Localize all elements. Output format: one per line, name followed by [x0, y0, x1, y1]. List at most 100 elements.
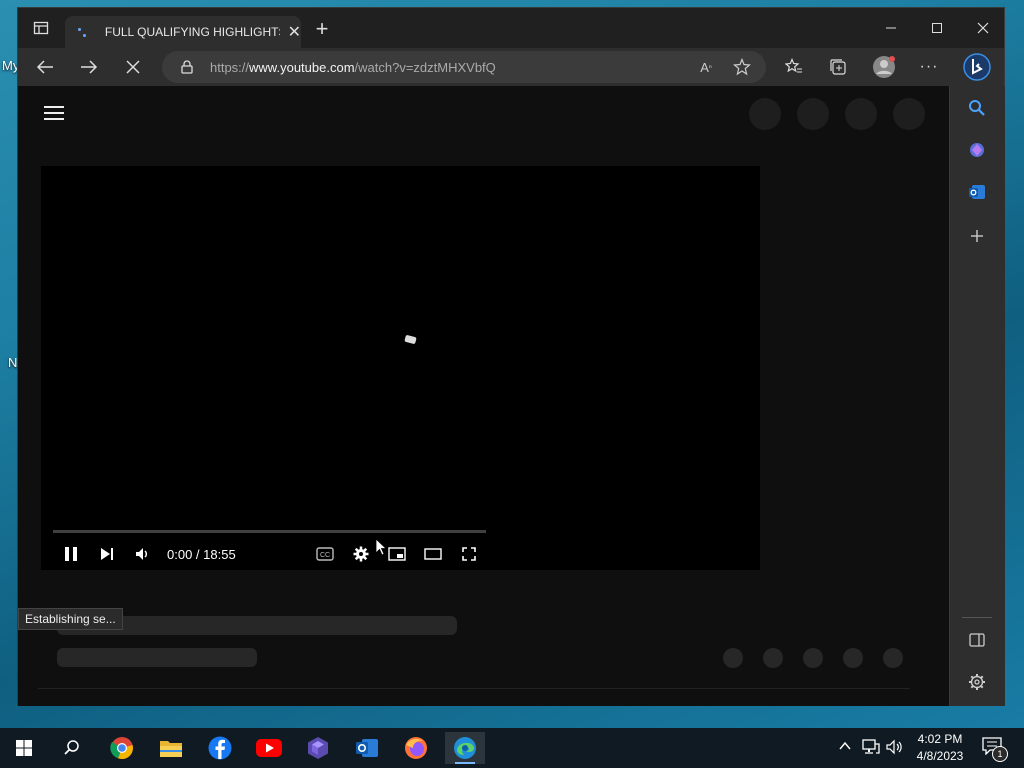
placeholder-circle — [893, 98, 925, 130]
facebook-icon — [208, 736, 232, 760]
file-explorer-app[interactable] — [151, 732, 191, 764]
fullscreen-button[interactable] — [459, 544, 479, 564]
player-controls: 0:00 / 18:55 CC — [41, 538, 760, 570]
address-bar[interactable]: https://www.youtube.com/watch?v=zdztMHXV… — [162, 51, 766, 83]
placeholder-circle — [883, 648, 903, 668]
outlook-icon — [969, 185, 985, 199]
close-icon — [126, 60, 140, 74]
read-aloud-icon[interactable]: Aⁿ — [696, 58, 716, 76]
sidebar-add-button[interactable] — [963, 222, 991, 250]
clock-time: 4:02 PM — [917, 732, 963, 746]
tab-close-icon[interactable]: ✕ — [288, 22, 301, 42]
miniplayer-icon — [388, 547, 406, 561]
pause-button[interactable] — [61, 544, 81, 564]
theater-icon — [424, 548, 442, 560]
gear-icon — [969, 674, 985, 690]
sidebar-outlook-button[interactable] — [963, 178, 991, 206]
forward-button[interactable] — [75, 54, 103, 80]
facebook-app[interactable] — [200, 732, 240, 764]
tab-actions-icon — [33, 21, 49, 35]
search-icon — [969, 100, 985, 116]
favorites-button[interactable] — [780, 54, 808, 80]
divider — [38, 688, 910, 689]
sidebar-toggle-button[interactable] — [963, 626, 991, 654]
start-button[interactable] — [4, 732, 44, 764]
menu-icon[interactable] — [44, 106, 64, 122]
maximize-button[interactable] — [914, 8, 960, 48]
bing-button[interactable] — [962, 52, 992, 82]
new-tab-button[interactable]: + — [310, 18, 334, 42]
chrome-app[interactable] — [102, 732, 142, 764]
notifications-button[interactable]: 1 — [982, 737, 1008, 762]
firefox-app[interactable] — [396, 732, 436, 764]
sidebar-search-button[interactable] — [963, 94, 991, 122]
network-icon[interactable] — [862, 739, 880, 758]
hexagon-app-icon — [308, 737, 328, 759]
desktop-icon-label[interactable]: N — [8, 355, 17, 370]
favorites-icon — [785, 58, 802, 73]
outlook-icon — [356, 739, 378, 757]
mouse-cursor-icon — [375, 538, 387, 556]
more-options-button[interactable]: ··· — [915, 54, 943, 80]
folder-icon — [160, 741, 182, 757]
search-icon — [64, 740, 79, 755]
divider — [962, 617, 992, 618]
placeholder-circle — [749, 98, 781, 130]
placeholder-circle — [843, 648, 863, 668]
search-button[interactable] — [52, 732, 92, 764]
placeholder-circle — [723, 648, 743, 668]
captions-button[interactable]: CC — [315, 544, 335, 564]
chrome-icon — [110, 737, 133, 760]
add-favorite-icon[interactable] — [732, 58, 752, 76]
back-button[interactable] — [31, 54, 59, 80]
stop-loading-button[interactable] — [119, 54, 147, 80]
volume-icon — [136, 548, 147, 560]
browser-tab[interactable]: FULL QUALIFYING HIGHLIGHTS - ✕ — [65, 16, 301, 48]
minimize-button[interactable] — [868, 8, 914, 48]
volume-icon[interactable] — [886, 739, 904, 758]
collections-button[interactable] — [824, 54, 852, 80]
progress-bar[interactable] — [53, 530, 486, 533]
edge-sidebar — [949, 86, 1005, 706]
minimize-icon — [886, 27, 896, 29]
sidebar-icon — [969, 633, 985, 647]
loading-icon — [75, 24, 91, 40]
sidebar-settings-button[interactable] — [963, 668, 991, 696]
placeholder-circle — [797, 98, 829, 130]
video-player[interactable]: 0:00 / 18:55 CC — [41, 166, 760, 570]
lock-icon[interactable] — [180, 60, 194, 74]
visual-studio-app[interactable] — [298, 732, 338, 764]
notification-count-badge: 1 — [992, 746, 1008, 762]
outlook-app[interactable] — [347, 732, 387, 764]
title-bar: FULL QUALIFYING HIGHLIGHTS - ✕ + — [18, 8, 1004, 48]
ellipsis-icon: ··· — [919, 58, 939, 75]
status-bar: Establishing se... — [18, 608, 123, 630]
tab-actions-button[interactable] — [30, 18, 52, 38]
youtube-app[interactable] — [249, 732, 289, 764]
system-clock[interactable]: 4:02 PM 4/8/2023 — [910, 731, 970, 765]
close-icon — [977, 22, 989, 34]
next-button[interactable] — [97, 544, 117, 564]
bing-icon — [963, 53, 991, 81]
placeholder-circle — [803, 648, 823, 668]
settings-button[interactable] — [351, 544, 371, 564]
profile-button[interactable] — [870, 54, 898, 80]
loading-spinner — [404, 334, 417, 345]
captions-icon: CC — [316, 547, 334, 561]
svg-text:CC: CC — [320, 552, 330, 559]
edge-app[interactable] — [445, 732, 485, 764]
browser-window: FULL QUALIFYING HIGHLIGHTS - ✕ + https:/… — [17, 7, 1005, 706]
chevron-up-icon[interactable] — [838, 739, 852, 756]
sidebar-discover-button[interactable] — [963, 136, 991, 164]
url-text[interactable]: https://www.youtube.com/watch?v=zdztMHXV… — [210, 60, 496, 75]
avatar — [873, 56, 895, 78]
clock-date: 4/8/2023 — [916, 749, 964, 763]
arrow-left-icon — [36, 60, 53, 74]
placeholder-subtitle-bar — [57, 648, 257, 667]
close-window-button[interactable] — [960, 8, 1006, 48]
arrow-right-icon — [81, 60, 98, 74]
volume-button[interactable] — [133, 544, 153, 564]
time-display: 0:00 / 18:55 — [167, 547, 236, 562]
theater-mode-button[interactable] — [423, 544, 443, 564]
miniplayer-button[interactable] — [387, 544, 407, 564]
